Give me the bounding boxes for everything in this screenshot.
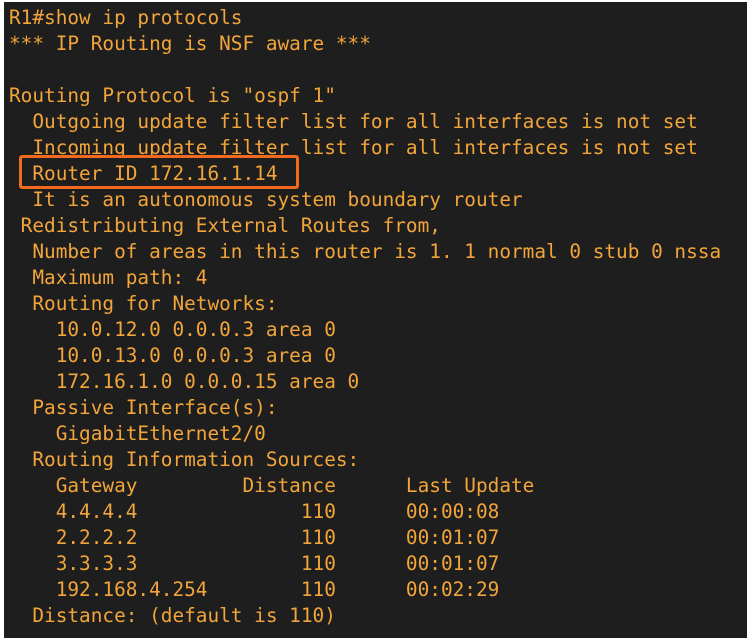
network-entry: 10.0.13.0 0.0.0.3 area 0 — [9, 344, 336, 367]
maximum-path-line: Maximum path: 4 — [9, 266, 208, 289]
redistributing-line: Redistributing External Routes from, — [9, 214, 441, 237]
info-source-row: 4.4.4.4 110 00:00:08 — [9, 500, 500, 523]
routing-protocol-line: Routing Protocol is "ospf 1" — [9, 84, 336, 107]
info-source-row: 2.2.2.2 110 00:01:07 — [9, 526, 500, 549]
info-sources-columns: Gateway Distance Last Update — [9, 474, 535, 497]
passive-interface-entry: GigabitEthernet2/0 — [9, 422, 266, 445]
routing-networks-header: Routing for Networks: — [9, 292, 278, 315]
network-entry: 10.0.12.0 0.0.0.3 area 0 — [9, 318, 336, 341]
router-id-line: Router ID 172.16.1.14 — [9, 162, 278, 185]
network-entry: 172.16.1.0 0.0.0.15 area 0 — [9, 370, 360, 393]
terminal-window: R1#show ip protocols *** IP Routing is N… — [4, 2, 747, 638]
nsf-aware-line: *** IP Routing is NSF aware *** — [9, 32, 371, 55]
outgoing-filter-line: Outgoing update filter list for all inte… — [9, 110, 698, 133]
prompt-command-line: R1#show ip protocols — [9, 6, 243, 29]
incoming-filter-line: Incoming update filter list for all inte… — [9, 136, 698, 159]
distance-default-line: Distance: (default is 110) — [9, 604, 336, 627]
info-source-row: 3.3.3.3 110 00:01:07 — [9, 552, 500, 575]
number-of-areas-line: Number of areas in this router is 1. 1 n… — [9, 240, 722, 263]
info-source-row: 192.168.4.254 110 00:02:29 — [9, 578, 500, 601]
info-sources-header: Routing Information Sources: — [9, 448, 360, 471]
asbr-line: It is an autonomous system boundary rout… — [9, 188, 523, 211]
passive-interface-header: Passive Interface(s): — [9, 396, 278, 419]
